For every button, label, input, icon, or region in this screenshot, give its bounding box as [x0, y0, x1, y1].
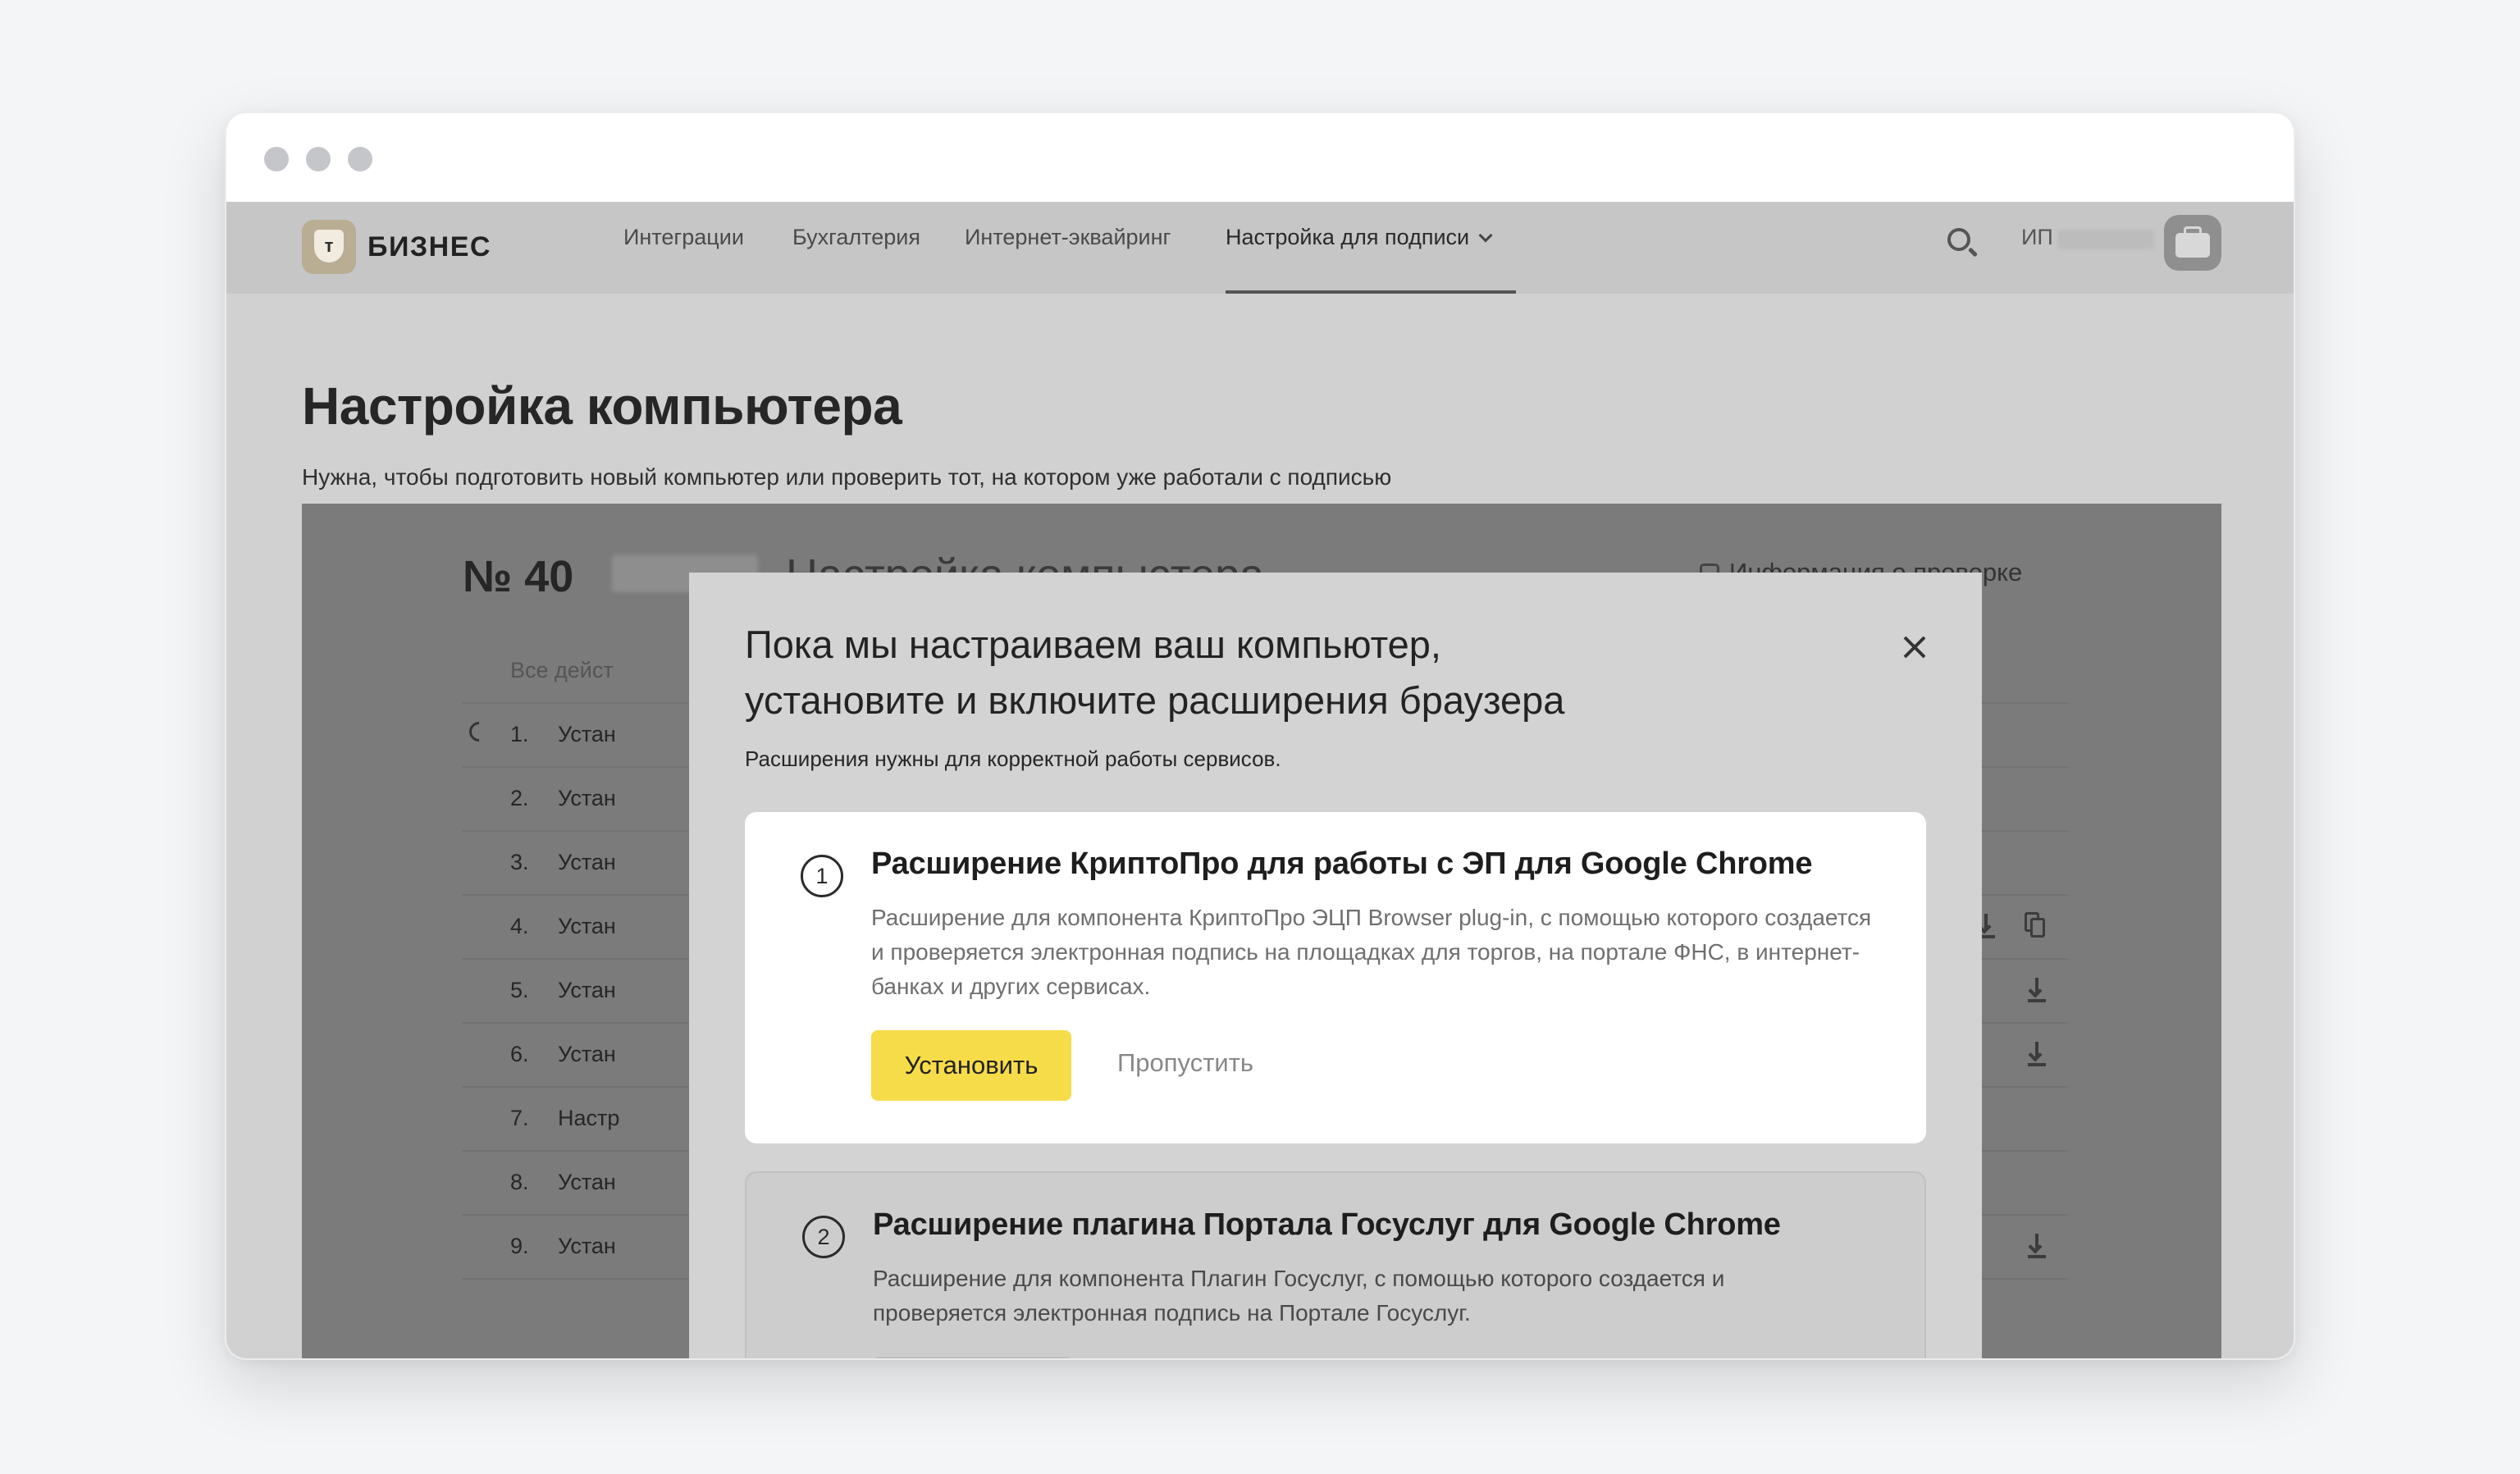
copy-icon[interactable] [2025, 912, 2046, 938]
download-icon[interactable] [2028, 1042, 2046, 1066]
active-tab-indicator [1226, 290, 1516, 294]
nav-item-acquiring[interactable]: Интернет-эквайринг [965, 225, 1171, 250]
search-icon[interactable] [1946, 226, 1980, 261]
page-content: т БИЗНЕС Интеграции Бухгалтерия Интернет… [226, 202, 2294, 1358]
dimmed-background-panel: № 40 Настройка компьютера Информация о п… [302, 504, 2221, 1358]
step-number-badge: 1 [801, 855, 843, 897]
list-item-number: 4. [510, 914, 529, 938]
list-item-number: 9. [510, 1234, 529, 1258]
install-button-disabled[interactable] [873, 1357, 1073, 1358]
list-item-number: 3. [510, 850, 529, 874]
nav-item-signature-setup-label: Настройка для подписи [1226, 225, 1470, 249]
list-item-text: Устан [558, 914, 616, 938]
window-maximize-dot[interactable] [348, 147, 372, 171]
extension-card-cryptopro: 1 Расширение КриптоПро для работы с ЭП д… [745, 812, 1926, 1143]
list-item-text: Устан [558, 1170, 616, 1194]
skip-button[interactable]: Пропустить [1117, 1048, 1253, 1078]
nav-item-integrations[interactable]: Интеграции [623, 225, 744, 250]
list-item-text: Устан [558, 1042, 616, 1066]
modal-title-line-1: Пока мы настраиваем ваш компьютер, [745, 623, 1441, 666]
step-number-badge: 2 [802, 1216, 845, 1258]
extension-description: Расширение для компонента Плагин Госуслу… [873, 1266, 1725, 1326]
close-icon[interactable] [1898, 632, 1931, 664]
window-minimize-dot[interactable] [306, 147, 331, 171]
download-icon[interactable] [2028, 978, 2046, 1002]
extension-card-gosuslugi: 2 Расширение плагина Портала Госуслуг дл… [745, 1171, 1926, 1358]
modal-title-line-2: установите и включите расширения браузер… [745, 678, 1565, 722]
download-icon[interactable] [2028, 1234, 2046, 1258]
extensions-modal: Пока мы настраиваем ваш компьютер, устан… [689, 573, 1982, 1358]
extension-title: Расширение плагина Портала Госуслуг для … [873, 1207, 1781, 1242]
top-navigation: т БИЗНЕС Интеграции Бухгалтерия Интернет… [226, 202, 2294, 294]
nav-item-acquiring-label: Интернет-эквайринг [965, 225, 1171, 249]
account-name[interactable]: ИП [2021, 225, 2053, 250]
logo[interactable]: т БИЗНЕС [302, 220, 491, 274]
list-item-text: Устан [558, 786, 616, 810]
list-item-text: Устан [558, 978, 616, 1002]
list-item-number: 6. [510, 1042, 529, 1066]
loading-spinner-icon [465, 718, 493, 746]
bank-shield-icon: т [302, 220, 356, 274]
window-titlebar [226, 113, 2294, 202]
logo-letter: т [324, 235, 334, 256]
extension-description: Расширение для компонента КриптоПро ЭЦП … [871, 905, 1872, 999]
chevron-down-icon [1478, 228, 1493, 243]
extension-title: Расширение КриптоПро для работы с ЭП для… [871, 847, 1813, 881]
list-item-number: 1. [510, 722, 529, 746]
browser-window: т БИЗНЕС Интеграции Бухгалтерия Интернет… [225, 112, 2295, 1360]
list-item-number: 8. [510, 1170, 529, 1194]
avatar[interactable] [2164, 215, 2221, 271]
nav-item-signature-setup[interactable]: Настройка для подписи [1226, 225, 1493, 250]
modal-description: Расширения нужны для корректной работы с… [745, 746, 1281, 771]
list-item-text: Устан [558, 850, 616, 874]
page-subtitle: Нужна, чтобы подготовить новый компьютер… [302, 464, 1392, 490]
list-item-number: 5. [510, 978, 529, 1002]
all-actions-label: Все дейст [510, 658, 614, 682]
list-item-number: 2. [510, 786, 529, 810]
list-item-number: 7. [510, 1106, 529, 1130]
list-item-text: Устан [558, 1234, 616, 1258]
list-item-text: Устан [558, 722, 616, 746]
account-name-redacted [2057, 230, 2154, 249]
nav-item-accounting[interactable]: Бухгалтерия [792, 225, 920, 250]
window-close-dot[interactable] [264, 147, 289, 171]
page-title: Настройка компьютера [302, 376, 902, 436]
install-button[interactable]: Установить [871, 1030, 1071, 1101]
request-number: № 40 [463, 552, 574, 601]
list-item-text: Настр [558, 1106, 620, 1130]
logo-text: БИЗНЕС [368, 230, 491, 262]
modal-title: Пока мы настраиваем ваш компьютер, устан… [745, 617, 1811, 728]
